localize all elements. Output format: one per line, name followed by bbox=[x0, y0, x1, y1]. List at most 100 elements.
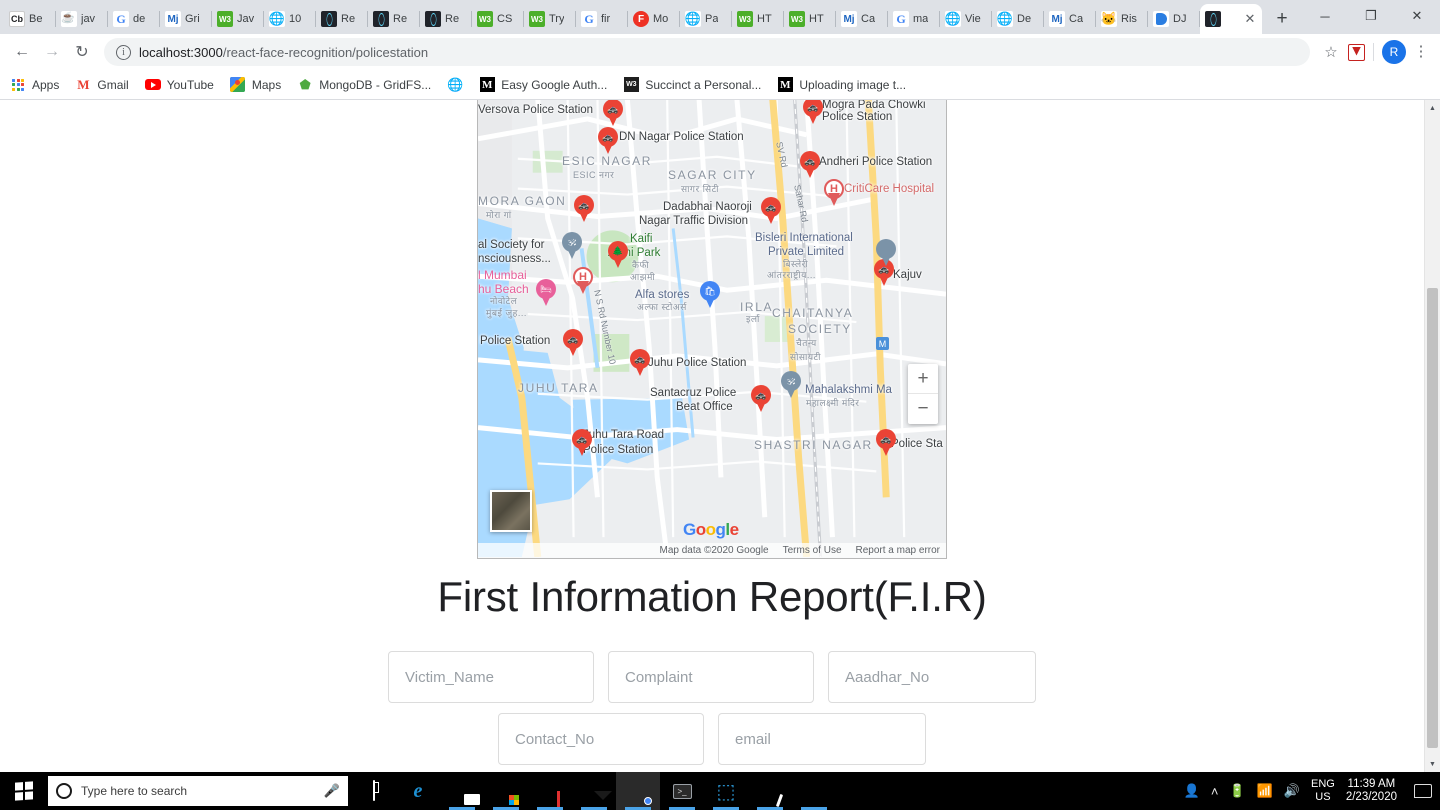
browser-tab[interactable]: W3 Jav bbox=[212, 4, 264, 34]
map-terms-link[interactable]: Terms of Use bbox=[783, 545, 842, 556]
clock[interactable]: 11:39 AM 2/23/2020 bbox=[1346, 778, 1397, 804]
start-button[interactable] bbox=[0, 772, 48, 810]
browser-tab[interactable]: Gfir bbox=[576, 4, 628, 34]
browser-tab[interactable]: Gma bbox=[888, 4, 940, 34]
map-pin-police[interactable]: 🚓 bbox=[574, 195, 594, 222]
browser-tab[interactable]: ✕ bbox=[1200, 4, 1262, 34]
map-pin-police[interactable]: 🚓 bbox=[803, 100, 823, 124]
browser-tab[interactable]: W3 HT bbox=[784, 4, 836, 34]
reload-button[interactable]: ↻ bbox=[68, 38, 96, 66]
map-pin-temple[interactable]: 🕉 bbox=[781, 371, 801, 398]
bookmark-item[interactable]: M Uploading image t... bbox=[777, 77, 906, 93]
map-pin-police[interactable]: 🚓 bbox=[751, 385, 771, 412]
site-info-icon[interactable]: i bbox=[116, 44, 131, 60]
extension-icon[interactable] bbox=[1348, 43, 1365, 61]
language-indicator[interactable]: ENG US bbox=[1311, 778, 1335, 803]
bookmark-item[interactable]: W3 Succinct a Personal... bbox=[623, 77, 761, 93]
page-scrollbar[interactable]: ▲ ▼ bbox=[1424, 100, 1440, 772]
map-transit-marker[interactable]: M bbox=[876, 337, 889, 350]
map-pin-police[interactable]: 🚓 bbox=[598, 127, 618, 154]
taskbar-terminal[interactable]: >_ bbox=[660, 772, 704, 810]
bookmark-item[interactable]: ⬟ MongoDB - GridFS... bbox=[297, 77, 432, 93]
map-pin-hotel[interactable]: 🛏 bbox=[536, 279, 556, 306]
map-pin-police[interactable]: 🚓 bbox=[603, 100, 623, 126]
new-tab-button[interactable]: + bbox=[1268, 5, 1296, 33]
minimize-button[interactable]: ─ bbox=[1302, 0, 1348, 32]
taskbar-task-view[interactable] bbox=[352, 772, 396, 810]
browser-tab[interactable]: F Mo bbox=[628, 4, 680, 34]
complaint-input[interactable]: Complaint bbox=[608, 651, 814, 703]
bookmark-item[interactable]: Maps bbox=[230, 77, 281, 93]
browser-tab[interactable]: Re bbox=[368, 4, 420, 34]
map-pin-police[interactable]: 🚓 bbox=[630, 349, 650, 376]
map-pin-police[interactable]: 🚓 bbox=[563, 329, 583, 356]
microphone-icon[interactable]: 🎤 bbox=[324, 783, 340, 799]
taskbar-orange-app[interactable] bbox=[748, 772, 792, 810]
battery-icon[interactable]: 🔋 bbox=[1229, 783, 1245, 799]
map-pin-shop[interactable]: 🛍 bbox=[700, 281, 720, 308]
taskbar-mongodb-compass[interactable] bbox=[792, 772, 836, 810]
browser-tab[interactable]: 🌐 10 bbox=[264, 4, 316, 34]
map-pin-police[interactable]: 🚓 bbox=[572, 429, 592, 456]
bookmark-star-icon[interactable]: ☆ bbox=[1318, 43, 1344, 61]
victim-name-input[interactable]: Victim_Name bbox=[388, 651, 594, 703]
back-button[interactable]: ← bbox=[8, 38, 36, 66]
wifi-icon[interactable]: 📶 bbox=[1257, 783, 1273, 799]
map-report-link[interactable]: Report a map error bbox=[856, 545, 940, 556]
map-pin-park[interactable]: 🌲 bbox=[608, 241, 628, 268]
browser-tab[interactable]: Mј Ca bbox=[1044, 4, 1096, 34]
map-pin-police[interactable]: 🚓 bbox=[876, 429, 896, 456]
people-icon[interactable]: 👤 bbox=[1184, 783, 1200, 799]
taskbar-google-chrome[interactable] bbox=[616, 772, 660, 810]
map-pin-temple[interactable]: 🕉 bbox=[562, 232, 582, 259]
volume-icon[interactable]: 🔊 bbox=[1284, 783, 1300, 799]
forward-button[interactable]: → bbox=[38, 38, 66, 66]
map-pin-marker[interactable] bbox=[876, 239, 896, 266]
taskbar-microsoft-edge[interactable]: e bbox=[396, 772, 440, 810]
show-hidden-icons-chevron[interactable]: ˄ bbox=[1211, 784, 1219, 799]
browser-tab[interactable]: 🐱 Ris bbox=[1096, 4, 1148, 34]
map-pin-police[interactable]: 🚓 bbox=[761, 197, 781, 224]
browser-tab[interactable]: 🌐 Pa bbox=[680, 4, 732, 34]
close-tab-button[interactable]: ✕ bbox=[1243, 12, 1257, 26]
notification-center-icon[interactable] bbox=[1414, 784, 1432, 798]
taskbar-file-explorer[interactable] bbox=[440, 772, 484, 810]
bookmark-item[interactable]: M Gmail bbox=[75, 77, 128, 93]
aadhar-no-input[interactable]: Aaadhar_No bbox=[828, 651, 1036, 703]
scroll-up-arrow[interactable]: ▲ bbox=[1425, 100, 1440, 116]
browser-tab[interactable]: W3 Try bbox=[524, 4, 576, 34]
email-input[interactable]: email bbox=[718, 713, 926, 765]
browser-tab[interactable]: Mј Gri bbox=[160, 4, 212, 34]
bookmark-item[interactable]: M Easy Google Auth... bbox=[479, 77, 607, 93]
taskbar-search-box[interactable]: Type here to search 🎤 bbox=[48, 776, 348, 806]
bookmark-item[interactable]: Apps bbox=[10, 78, 59, 92]
maximize-button[interactable]: ❐ bbox=[1348, 0, 1394, 32]
address-bar[interactable]: i localhost:3000/react-face-recognition/… bbox=[104, 38, 1310, 66]
zoom-out-button[interactable]: − bbox=[908, 394, 938, 424]
browser-tab[interactable]: DJ bbox=[1148, 4, 1200, 34]
taskbar-mail[interactable] bbox=[572, 772, 616, 810]
map-pin-police[interactable]: 🚓 bbox=[800, 151, 820, 178]
scrollbar-thumb[interactable] bbox=[1427, 288, 1438, 748]
browser-tab[interactable]: 🌐 Vie bbox=[940, 4, 992, 34]
map-zoom-controls[interactable]: + − bbox=[908, 364, 938, 424]
profile-avatar[interactable]: R bbox=[1382, 40, 1406, 64]
scroll-down-arrow[interactable]: ▼ bbox=[1425, 756, 1440, 772]
map-pin-hospital[interactable]: H bbox=[573, 267, 593, 294]
taskbar-microsoft-store[interactable] bbox=[484, 772, 528, 810]
browser-tab[interactable]: Cb Be bbox=[4, 4, 56, 34]
contact-no-input[interactable]: Contact_No bbox=[498, 713, 704, 765]
browser-tab[interactable]: Re bbox=[420, 4, 472, 34]
satellite-view-toggle[interactable] bbox=[490, 490, 532, 532]
taskbar-gift-app[interactable] bbox=[528, 772, 572, 810]
map-pin-hospital[interactable]: H bbox=[824, 179, 844, 206]
zoom-in-button[interactable]: + bbox=[908, 364, 938, 394]
browser-tab[interactable]: ☕ jav bbox=[56, 4, 108, 34]
bookmark-item[interactable]: YouTube bbox=[144, 77, 214, 93]
chrome-menu-icon[interactable]: ⋮ bbox=[1410, 44, 1432, 59]
browser-tab[interactable]: Mј Ca bbox=[836, 4, 888, 34]
browser-tab[interactable]: Gde bbox=[108, 4, 160, 34]
browser-tab[interactable]: W3 CS bbox=[472, 4, 524, 34]
close-window-button[interactable]: ✕ bbox=[1394, 0, 1440, 32]
browser-tab[interactable]: 🌐 De bbox=[992, 4, 1044, 34]
